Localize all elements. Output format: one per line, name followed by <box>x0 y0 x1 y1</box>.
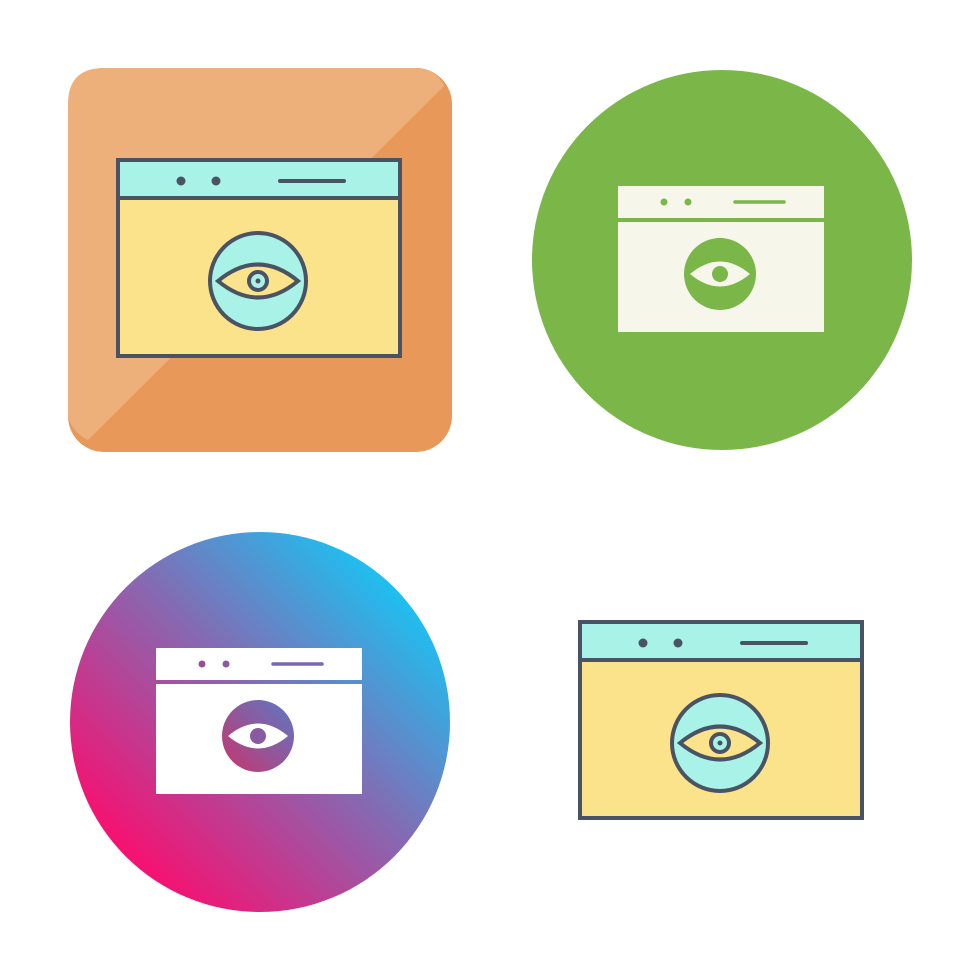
browser-eye-icon <box>578 620 864 820</box>
browser-eye-icon-tile-4 <box>530 530 914 914</box>
browser-eye-icon <box>532 70 912 450</box>
browser-eye-icon-tile-3 <box>68 530 452 914</box>
browser-eye-icon-tile-1 <box>68 68 452 452</box>
browser-eye-icon <box>68 68 452 452</box>
browser-eye-icon <box>70 532 450 912</box>
browser-eye-icon-tile-2 <box>530 68 914 452</box>
